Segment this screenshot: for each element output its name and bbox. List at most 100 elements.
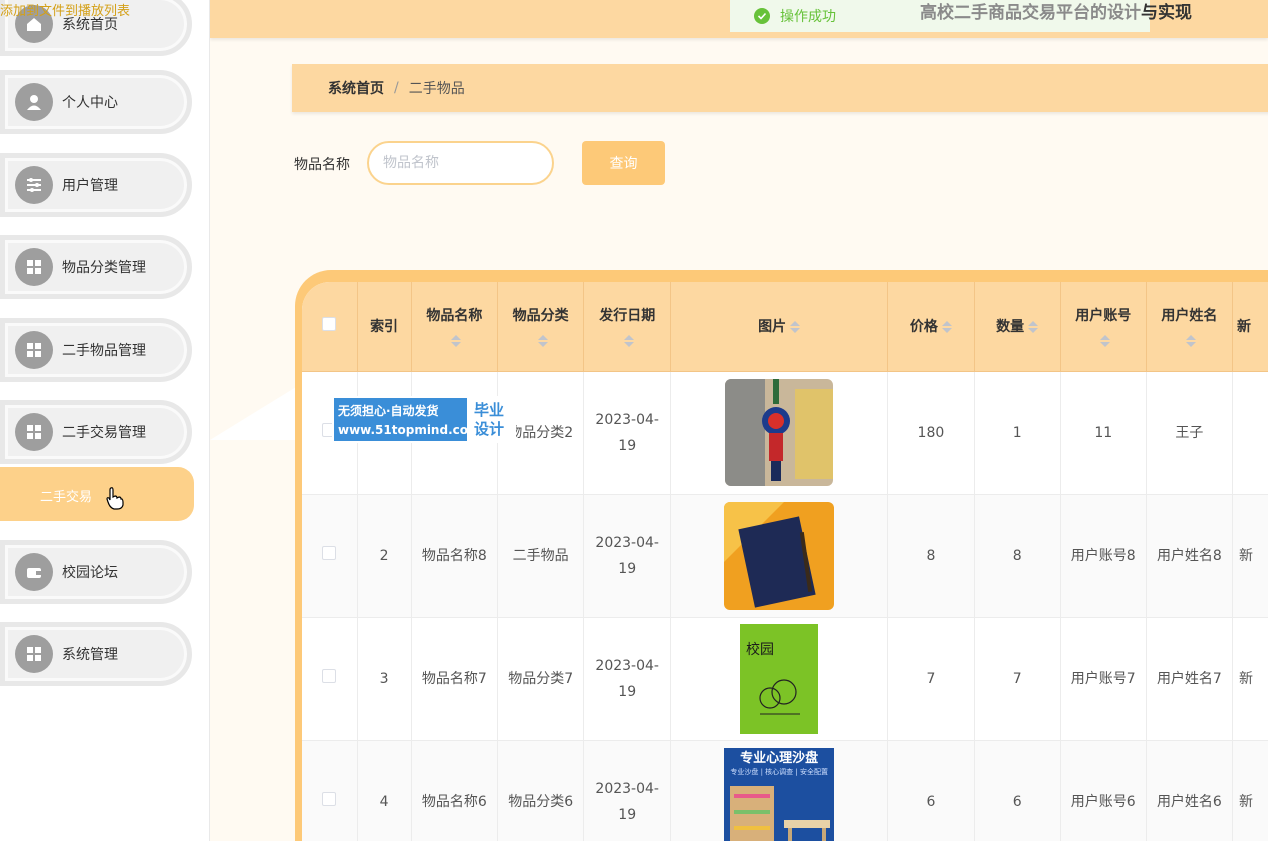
cell-date: 2023-04-19 xyxy=(583,617,672,741)
breadcrumb-current: 二手物品 xyxy=(408,81,465,97)
cell-username: 用户姓名7 xyxy=(1146,617,1233,741)
row-select-cell xyxy=(302,740,358,841)
cell-image: 校园 xyxy=(670,617,889,741)
cell-quantity: 1 xyxy=(974,371,1061,495)
submenu-item-label: 二手交易 xyxy=(40,490,93,505)
sidebar-item-label: 个人中心 xyxy=(62,95,118,111)
table-frame: 索引 物品名称 物品分类 发行日期 图片 价格 数量 用户账号 用户姓名 新 物… xyxy=(295,270,1268,841)
sliders-icon xyxy=(15,166,53,204)
cell-date: 2023-04-19 xyxy=(583,371,672,495)
cell-account: 用户账号6 xyxy=(1060,740,1147,841)
col-username[interactable]: 用户姓名 xyxy=(1146,282,1233,372)
select-all-cell xyxy=(302,282,358,372)
breadcrumb-separator: / xyxy=(394,80,399,96)
check-circle-icon xyxy=(754,8,770,24)
cell-username: 用户姓名6 xyxy=(1146,740,1233,841)
cell-username: 王子 xyxy=(1146,371,1233,495)
search-label: 物品名称 xyxy=(294,157,350,173)
sidebar-item-label: 物品分类管理 xyxy=(62,260,146,276)
item-image-green-book[interactable]: 校园 xyxy=(740,623,819,734)
col-image[interactable]: 图片 xyxy=(670,282,889,372)
cell-name: 物品名称6 xyxy=(411,740,499,841)
select-all-checkbox[interactable] xyxy=(322,317,337,332)
toast-message: 操作成功 xyxy=(780,9,836,25)
cell-price: 8 xyxy=(887,494,975,618)
search-button[interactable]: 查询 xyxy=(582,141,665,185)
col-category[interactable]: 物品分类 xyxy=(497,282,585,372)
row-checkbox[interactable] xyxy=(322,545,337,560)
sidebar-item-category[interactable]: 物品分类管理 xyxy=(0,235,192,299)
cell-account: 用户账号7 xyxy=(1060,617,1147,741)
user-icon xyxy=(15,83,53,121)
item-image-notebook[interactable] xyxy=(724,501,835,610)
cell-price: 6 xyxy=(887,740,975,841)
grid-icon xyxy=(15,413,53,451)
cell-extra: 新 xyxy=(1232,617,1268,741)
goods-table: 索引 物品名称 物品分类 发行日期 图片 价格 数量 用户账号 用户姓名 新 物… xyxy=(302,282,1268,841)
cell-extra: 新 xyxy=(1232,740,1268,841)
watermark-left: 无须担心·自动发货 www.51topmind.com xyxy=(334,398,481,441)
breadcrumb-home[interactable]: 系统首页 xyxy=(328,78,384,98)
cell-quantity: 8 xyxy=(974,494,1061,618)
cell-date: 2023-04-19 xyxy=(583,740,672,841)
table-container: 索引 物品名称 物品分类 发行日期 图片 价格 数量 用户账号 用户姓名 新 物… xyxy=(302,282,1268,841)
cell-account: 用户账号8 xyxy=(1060,494,1147,618)
sidebar-item-profile[interactable]: 个人中心 xyxy=(0,70,192,134)
table-row: 2 物品名称8 二手物品 2023-04-19 8 8 用户账号8 用户姓名8 … xyxy=(302,494,1268,618)
grid-icon xyxy=(15,635,53,673)
sidebar-item-goods[interactable]: 二手物品管理 xyxy=(0,318,192,382)
cell-image xyxy=(670,494,889,618)
sidebar-item-label: 系统管理 xyxy=(62,647,118,663)
sidebar-item-label: 二手物品管理 xyxy=(62,343,146,359)
sidebar-item-trade[interactable]: 二手交易管理 xyxy=(0,400,192,464)
cell-quantity: 7 xyxy=(974,617,1061,741)
row-checkbox[interactable] xyxy=(322,668,337,683)
submenu-item-trade[interactable]: 二手交易 xyxy=(0,467,194,521)
sidebar-item-label: 用户管理 xyxy=(62,178,118,194)
col-name[interactable]: 物品名称 xyxy=(411,282,499,372)
cell-username: 用户姓名8 xyxy=(1146,494,1233,618)
sidebar-item-system[interactable]: 系统管理 xyxy=(0,622,192,686)
col-quantity[interactable]: 数量 xyxy=(974,282,1061,372)
cell-price: 180 xyxy=(887,371,975,495)
item-image-ornament[interactable] xyxy=(725,379,834,486)
item-image-sandbox[interactable]: 专业心理沙盘 专业沙盘 | 核心调查 | 安全配置 xyxy=(724,747,835,841)
grid-icon xyxy=(15,331,53,369)
watermark-right: 毕业 设计 xyxy=(468,398,514,441)
sort-caret-icon xyxy=(1100,335,1111,348)
breadcrumb: 系统首页 / 二手物品 xyxy=(292,64,1268,112)
sort-caret-icon xyxy=(624,335,635,348)
overlay-hint-text: 添加到文件到播放列表 xyxy=(0,4,131,19)
sidebar-item-forum[interactable]: 校园论坛 xyxy=(0,540,192,604)
cell-category: 物品分类7 xyxy=(497,617,585,741)
cell-name: 物品名称7 xyxy=(411,617,499,741)
sidebar-item-users[interactable]: 用户管理 xyxy=(0,153,192,217)
col-date[interactable]: 发行日期 xyxy=(583,282,672,372)
cell-index: 3 xyxy=(357,617,412,741)
cell-quantity: 6 xyxy=(974,740,1061,841)
row-checkbox[interactable] xyxy=(322,791,337,806)
col-index: 索引 xyxy=(357,282,412,372)
sidebar: 添加到文件到播放列表 系统首页 个人中心 用户管理 物品分类管理 二手物品管理 xyxy=(0,0,210,841)
sort-caret-icon xyxy=(537,335,548,348)
row-select-cell xyxy=(302,494,358,618)
sidebar-item-label: 校园论坛 xyxy=(62,565,118,581)
table-row: 3 物品名称7 物品分类7 2023-04-19 校园 7 7 用户账号7 用户… xyxy=(302,617,1268,741)
sort-caret-icon xyxy=(790,321,801,334)
table-row: 4 物品名称6 物品分类6 2023-04-19 专业心理沙盘 专业沙盘 | 核… xyxy=(302,740,1268,841)
col-price[interactable]: 价格 xyxy=(887,282,975,372)
row-select-cell xyxy=(302,617,358,741)
cell-extra xyxy=(1232,371,1268,495)
table-header-row: 索引 物品名称 物品分类 发行日期 图片 价格 数量 用户账号 用户姓名 新 xyxy=(302,282,1268,372)
cell-image: 专业心理沙盘 专业沙盘 | 核心调查 | 安全配置 xyxy=(670,740,889,841)
cell-index: 2 xyxy=(357,494,412,618)
site-title: 高校二手商品交易平台的设计与实现 xyxy=(920,3,1192,23)
cell-extra: 新 xyxy=(1232,494,1268,618)
sort-caret-icon xyxy=(451,335,462,348)
search-input[interactable] xyxy=(367,141,554,185)
hand-cursor-icon xyxy=(106,487,124,510)
col-account[interactable]: 用户账号 xyxy=(1060,282,1147,372)
svg-text:校园: 校园 xyxy=(746,641,774,658)
sort-caret-icon xyxy=(1186,335,1197,348)
cell-category: 物品分类6 xyxy=(497,740,585,841)
